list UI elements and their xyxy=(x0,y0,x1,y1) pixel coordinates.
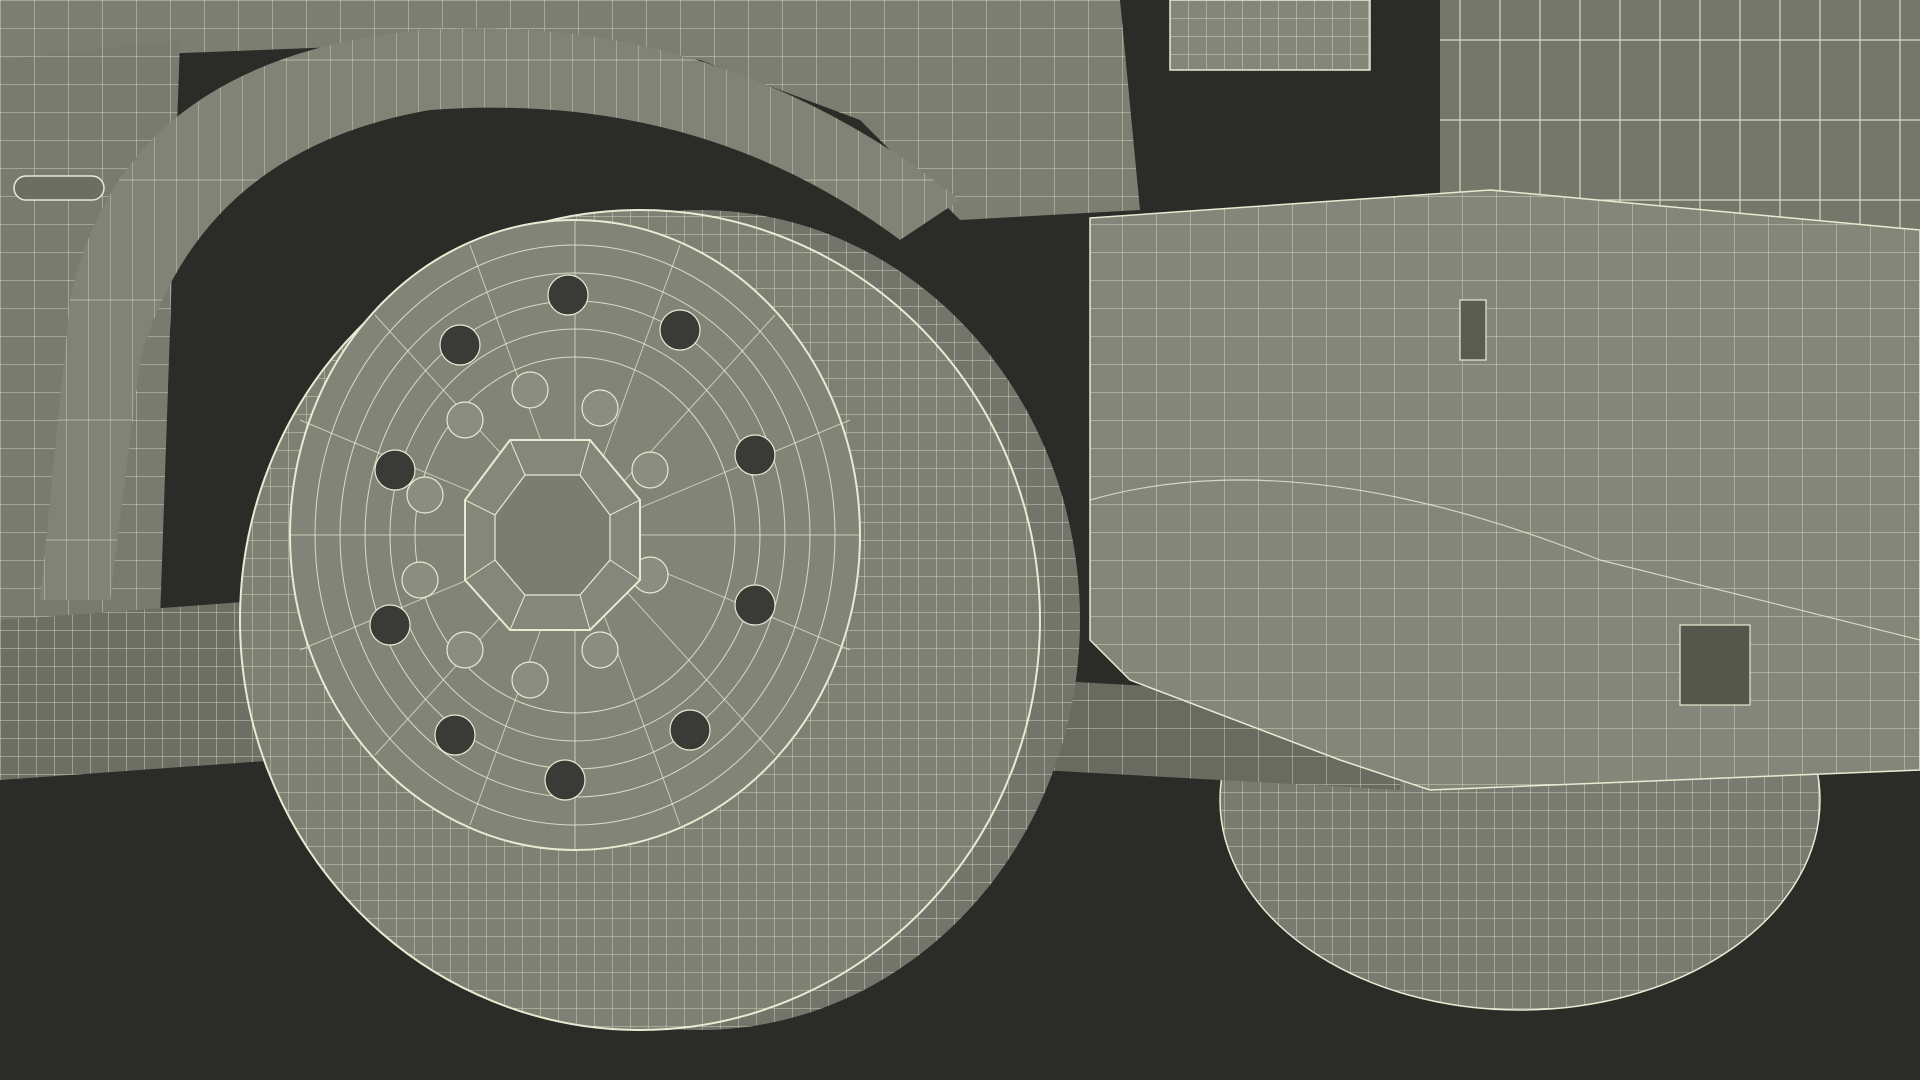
wireframe-render xyxy=(0,0,1920,1080)
bumper-slot-upper xyxy=(1459,299,1487,361)
hub-cap-inner xyxy=(494,474,611,596)
render-viewport xyxy=(0,0,1920,1080)
front-wheel xyxy=(239,209,1080,1031)
front-bumper-grid xyxy=(1090,190,1920,790)
bumper-slot-lower xyxy=(1679,624,1751,706)
marker-light-grid xyxy=(1170,0,1370,70)
door-handle xyxy=(13,175,105,201)
step-box-grid xyxy=(0,600,280,780)
